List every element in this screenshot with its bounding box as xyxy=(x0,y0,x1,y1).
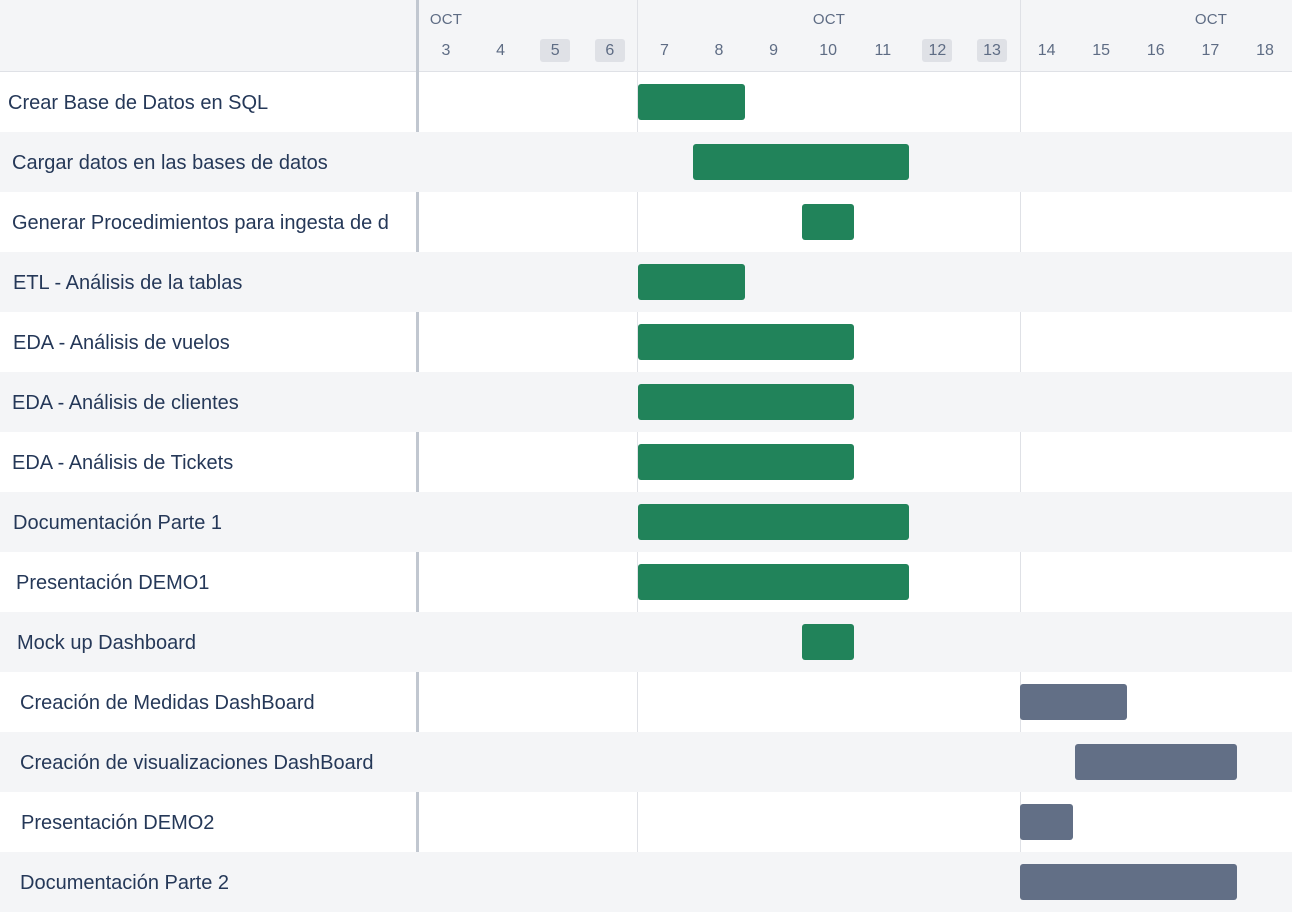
task-bar[interactable] xyxy=(638,504,910,540)
gantt-row[interactable]: Cargar datos en las bases de datos xyxy=(0,132,1292,192)
gantt-row[interactable]: Presentación DEMO2 xyxy=(0,792,1292,852)
day-label: 9 xyxy=(769,42,779,59)
task-bar[interactable] xyxy=(801,204,855,240)
task-bar[interactable] xyxy=(638,324,855,360)
day-label: 10 xyxy=(819,42,838,59)
task-bar[interactable] xyxy=(638,564,910,600)
day-label: 8 xyxy=(714,42,724,59)
task-bar[interactable] xyxy=(801,624,855,660)
day-label: 11 xyxy=(874,42,892,59)
task-name[interactable]: Documentación Parte 2 xyxy=(20,852,412,912)
task-name[interactable]: Documentación Parte 1 xyxy=(13,492,405,552)
task-name[interactable]: Presentación DEMO1 xyxy=(16,552,408,612)
gantt-row[interactable]: EDA - Análisis de Tickets xyxy=(0,432,1292,492)
task-name[interactable]: Cargar datos en las bases de datos xyxy=(12,132,404,192)
timeline-header: OCT OCT OCT 3 4 5 6 7 8 9 10 11 12 13 14 15 16 17 18 xyxy=(0,0,1292,72)
month-label: OCT xyxy=(429,11,463,28)
task-bar[interactable] xyxy=(638,384,855,420)
gantt-row[interactable]: Documentación Parte 2 xyxy=(0,852,1292,912)
task-name[interactable]: Generar Procedimientos para ingesta de d xyxy=(12,192,404,252)
day-label: 17 xyxy=(1201,42,1220,59)
task-name[interactable]: Crear Base de Datos en SQL xyxy=(8,72,400,132)
task-bar[interactable] xyxy=(1074,744,1237,780)
gantt-row[interactable]: Creación de visualizaciones DashBoard xyxy=(0,732,1292,792)
task-name[interactable]: Presentación DEMO2 xyxy=(21,792,413,852)
gantt-row[interactable]: Generar Procedimientos para ingesta de d xyxy=(0,192,1292,252)
gantt-row[interactable]: EDA - Análisis de vuelos xyxy=(0,312,1292,372)
gantt-row[interactable]: EDA - Análisis de clientes xyxy=(0,372,1292,432)
task-name[interactable]: ETL - Análisis de la tablas xyxy=(13,252,405,312)
gantt-row[interactable]: Crear Base de Datos en SQL xyxy=(0,72,1292,132)
task-bar[interactable] xyxy=(1020,804,1073,840)
task-bar[interactable] xyxy=(1020,684,1128,720)
task-name[interactable]: Mock up Dashboard xyxy=(17,612,409,672)
day-label: 4 xyxy=(496,42,506,59)
task-name[interactable]: EDA - Análisis de Tickets xyxy=(12,432,404,492)
day-label: 14 xyxy=(1037,42,1056,59)
day-label: 6 xyxy=(594,39,625,62)
gantt-row[interactable]: Documentación Parte 1 xyxy=(0,492,1292,552)
day-label: 13 xyxy=(977,39,1007,62)
day-label: 18 xyxy=(1256,42,1274,59)
gantt-row[interactable]: Presentación DEMO1 xyxy=(0,552,1292,612)
day-label: 5 xyxy=(540,39,571,62)
month-label: OCT xyxy=(812,11,846,28)
task-bar[interactable] xyxy=(638,264,746,300)
gantt-row[interactable]: ETL - Análisis de la tablas xyxy=(0,252,1292,312)
day-label: 7 xyxy=(659,42,669,59)
day-label: 3 xyxy=(441,42,451,59)
task-name[interactable]: EDA - Análisis de clientes xyxy=(12,372,404,432)
task-name[interactable]: Creación de Medidas DashBoard xyxy=(20,672,412,732)
day-label: 12 xyxy=(922,39,953,62)
gantt-row[interactable]: Creación de Medidas DashBoard xyxy=(0,672,1292,732)
task-name[interactable]: EDA - Análisis de vuelos xyxy=(13,312,405,372)
gantt-row[interactable]: Mock up Dashboard xyxy=(0,612,1292,672)
task-bar[interactable] xyxy=(638,444,855,480)
day-label: 16 xyxy=(1146,42,1165,59)
task-name[interactable]: Creación de visualizaciones DashBoard xyxy=(20,732,412,792)
task-bar[interactable] xyxy=(1020,864,1237,900)
day-label: 15 xyxy=(1092,42,1111,59)
month-label: OCT xyxy=(1194,11,1228,28)
task-bar[interactable] xyxy=(638,84,746,120)
task-bar[interactable] xyxy=(692,144,910,180)
